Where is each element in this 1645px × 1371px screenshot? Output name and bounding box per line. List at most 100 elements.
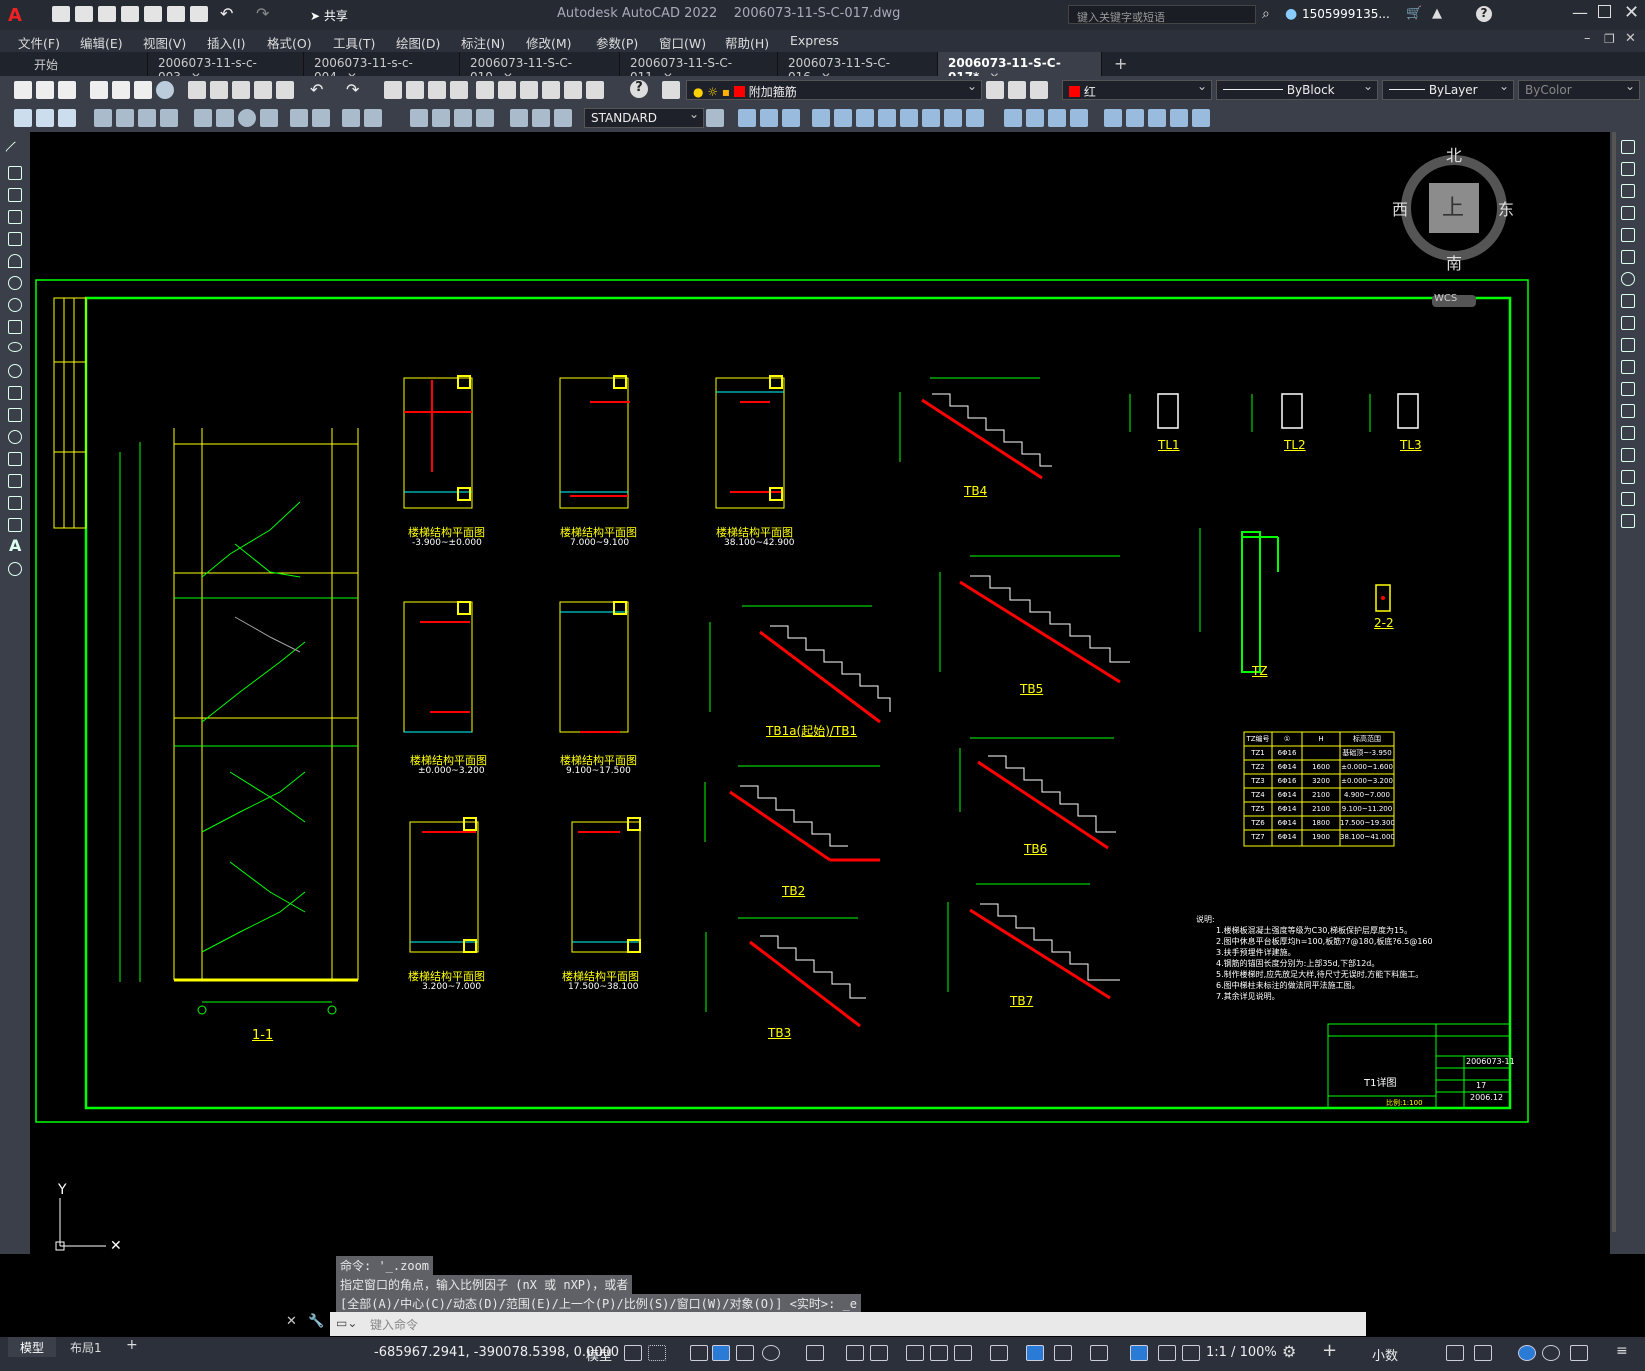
customize-icon[interactable]: ≡	[1616, 1343, 1628, 1359]
pan-icon[interactable]	[384, 81, 402, 99]
draworder-above-icon[interactable]	[1170, 109, 1188, 127]
quickcalc-icon[interactable]	[586, 81, 604, 99]
units-value[interactable]: 小数	[1372, 1345, 1398, 1364]
maximize-button[interactable]	[1598, 5, 1611, 18]
design-center-icon[interactable]	[498, 81, 516, 99]
viewcube-south[interactable]: 南	[1446, 250, 1462, 274]
layout-tab-1[interactable]: 布局1	[70, 1339, 102, 1356]
menu-help[interactable]: 帮助(H)	[725, 33, 769, 52]
line-icon[interactable]	[5, 141, 25, 161]
blend-icon[interactable]	[1621, 492, 1635, 506]
infer-constraints-icon[interactable]	[690, 1345, 708, 1361]
layer-properties-icon[interactable]	[662, 81, 680, 99]
modify-trim-icon[interactable]	[944, 109, 962, 127]
rectangle-icon[interactable]	[8, 232, 22, 246]
quick-properties-icon[interactable]	[1446, 1345, 1464, 1361]
share-button[interactable]: ➤ 共享	[310, 7, 348, 24]
annotation-monitor-icon[interactable]: +	[1322, 1340, 1337, 1361]
layer-state-icon[interactable]	[1030, 81, 1048, 99]
menu-modify[interactable]: 修改(M)	[526, 33, 572, 52]
dim-arc-icon[interactable]	[58, 109, 76, 127]
object-snap-tracking-icon[interactable]	[846, 1345, 864, 1361]
ellipse-icon[interactable]	[8, 342, 22, 352]
polygon-icon[interactable]	[8, 210, 22, 224]
polar-tracking-icon[interactable]	[762, 1345, 780, 1361]
trim-icon[interactable]	[1621, 338, 1635, 352]
annotation-scale-icon[interactable]	[1182, 1345, 1200, 1361]
table-icon[interactable]	[8, 518, 22, 532]
viewcube-top[interactable]: 上	[1442, 190, 1464, 222]
lock-icon[interactable]: ▪	[722, 85, 730, 99]
markup-icon[interactable]	[564, 81, 582, 99]
block-editor-icon[interactable]	[276, 81, 294, 99]
modify-array-icon[interactable]	[834, 109, 852, 127]
dynamic-input-icon[interactable]	[712, 1345, 730, 1361]
make-current-icon[interactable]	[986, 81, 1004, 99]
tab-004[interactable]: 2006073-11-s-c-004✕	[304, 52, 460, 84]
3d-osnap-icon[interactable]	[990, 1345, 1008, 1361]
auto-scale-icon[interactable]	[1158, 1345, 1176, 1361]
modify-chamfer-icon[interactable]	[1048, 109, 1066, 127]
modify-stretch-icon[interactable]	[922, 109, 940, 127]
drawing-canvas[interactable]: 北 南 东 西 上 WCS 1-1 楼梯结构平面图 -3.900~±0.000 …	[30, 132, 1610, 1254]
command-input[interactable]: ▭⌄ 键入命令	[330, 1312, 1366, 1336]
new-tab-icon[interactable]: +	[1114, 54, 1127, 73]
circle-icon[interactable]	[8, 276, 22, 290]
tab-003[interactable]: 2006073-11-s-c-003✕	[148, 52, 304, 84]
center-mark-icon[interactable]	[364, 109, 382, 127]
menu-window[interactable]: 窗口(W)	[659, 33, 706, 52]
modify-rotate-icon[interactable]	[878, 109, 896, 127]
viewcube-north[interactable]: 北	[1446, 142, 1462, 166]
redo-icon[interactable]: ↷	[346, 80, 359, 99]
save-web-icon[interactable]	[167, 6, 185, 22]
search-icon[interactable]: ⌕	[1262, 6, 1270, 22]
spline-icon[interactable]	[8, 320, 22, 334]
copy-icon[interactable]	[1621, 162, 1635, 176]
match-properties-icon[interactable]	[254, 81, 272, 99]
dim-text-edit-icon[interactable]	[476, 109, 494, 127]
close-button[interactable]: ✕	[1624, 2, 1639, 23]
menu-dimension[interactable]: 标注(N)	[461, 33, 505, 52]
doc-minimize-icon[interactable]: –	[1584, 31, 1591, 46]
undo-icon[interactable]: ↶	[220, 4, 233, 23]
dim-space-icon[interactable]	[290, 109, 308, 127]
user-icon[interactable]: ●	[1285, 6, 1297, 22]
dim-style-dropdown[interactable]: STANDARD	[584, 107, 704, 128]
tab-011[interactable]: 2006073-11-S-C-011✕	[620, 52, 778, 84]
properties-icon[interactable]	[476, 81, 494, 99]
cart-icon[interactable]: 🛒	[1406, 6, 1422, 21]
menu-format[interactable]: 格式(O)	[267, 33, 312, 52]
isolate-objects-icon[interactable]	[1518, 1345, 1536, 1361]
revision-cloud-icon[interactable]	[8, 298, 22, 312]
new-file-icon[interactable]	[52, 6, 70, 22]
plot-icon[interactable]	[90, 81, 108, 99]
modify-mirror-icon[interactable]	[782, 109, 800, 127]
modify-explode-icon[interactable]	[1104, 109, 1122, 127]
plot-icon[interactable]	[190, 6, 208, 22]
3d-print-icon[interactable]	[156, 81, 174, 99]
dim-update-icon[interactable]	[510, 109, 528, 127]
wcs-label[interactable]: WCS	[1434, 293, 1457, 304]
paste-icon[interactable]	[232, 81, 250, 99]
inspect-icon[interactable]	[410, 109, 428, 127]
construction-line-icon[interactable]	[8, 166, 22, 180]
menu-express[interactable]: Express	[790, 33, 839, 48]
zoom-realtime-icon[interactable]	[406, 81, 424, 99]
modify-break-icon[interactable]	[1004, 109, 1022, 127]
open-icon[interactable]	[36, 81, 54, 99]
dim-linear-icon[interactable]	[14, 109, 32, 127]
dim-override-icon[interactable]	[554, 109, 572, 127]
dim-baseline-icon[interactable]	[238, 109, 256, 127]
user-name[interactable]: 1505999135...	[1302, 7, 1390, 21]
modify-extend-icon[interactable]	[966, 109, 984, 127]
insert-block-icon[interactable]	[8, 386, 22, 400]
workspace-gear-icon[interactable]: ⚙	[1282, 1342, 1296, 1361]
dim-continue-icon[interactable]	[260, 109, 278, 127]
layer-dropdown[interactable]: ● ☼ ▪ 附加箍筋	[686, 79, 982, 100]
draworder-back-icon[interactable]	[1148, 109, 1166, 127]
modify-offset-icon[interactable]	[812, 109, 830, 127]
stretch-icon[interactable]	[1621, 316, 1635, 330]
draworder-below-icon[interactable]	[1192, 109, 1210, 127]
fillet-icon[interactable]	[1621, 470, 1635, 484]
offset-icon[interactable]	[1621, 206, 1635, 220]
